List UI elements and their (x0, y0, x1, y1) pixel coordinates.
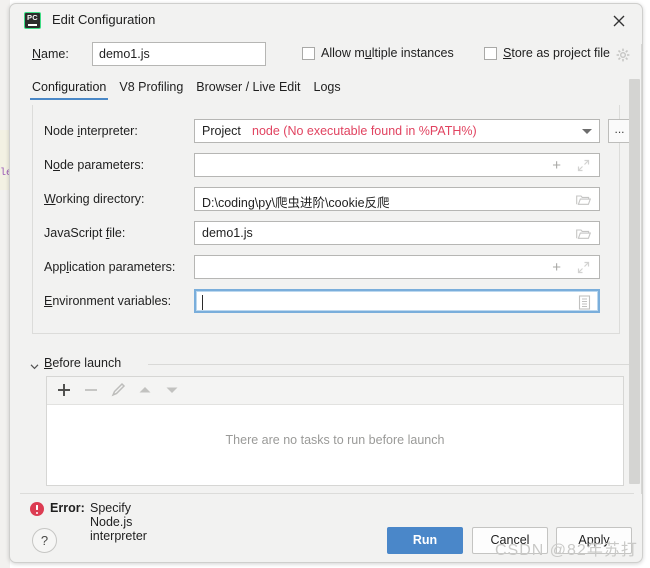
working-directory-input[interactable]: D:\coding\py\爬虫进阶\cookie反爬 (194, 187, 600, 211)
javascript-file-input[interactable]: demo1.js (194, 221, 600, 245)
error-icon (30, 502, 44, 516)
allow-multiple-instances-checkbox[interactable] (302, 47, 315, 60)
before-launch-empty-message: There are no tasks to run before launch (225, 433, 445, 447)
add-icon[interactable]: + (552, 260, 561, 275)
apply-button[interactable]: Apply (556, 527, 632, 554)
add-icon[interactable]: + (552, 158, 561, 173)
folder-icon[interactable] (576, 194, 592, 206)
node-interpreter-combobox[interactable]: Project node (No executable found in %PA… (194, 119, 600, 143)
tab-browser-live-edit[interactable]: Browser / Live Edit (196, 80, 300, 99)
edit-configuration-dialog: PC Edit Configuration Name: Allow multip… (9, 3, 643, 563)
error-prefix: Error: (50, 501, 85, 515)
before-launch-title: Before launch (44, 356, 122, 370)
expand-icon[interactable] (577, 159, 590, 172)
dialog-title: Edit Configuration (52, 12, 156, 27)
node-interpreter-prefix: Project (202, 124, 241, 138)
field-row-node-interpreter: Node interpreter: Project node (No execu… (33, 119, 631, 145)
configuration-fields-panel: Node interpreter: Project node (No execu… (32, 105, 631, 334)
name-input[interactable] (92, 42, 266, 66)
scroll-track-line (641, 44, 642, 494)
move-up-icon (132, 377, 158, 403)
application-parameters-label: Application parameters: (44, 260, 176, 274)
close-icon[interactable] (608, 10, 630, 32)
vertical-scrollbar-thumb[interactable] (629, 79, 640, 484)
before-launch-header[interactable]: Before launch (30, 356, 632, 372)
working-directory-value: D:\coding\py\爬虫进阶\cookie反爬 (202, 196, 390, 210)
folder-icon[interactable] (576, 228, 592, 240)
environment-variables-label: Environment variables: (44, 294, 172, 308)
application-parameters-input[interactable]: + (194, 255, 600, 279)
node-parameters-label: Node parameters: (44, 158, 145, 172)
name-label: Name: (32, 47, 69, 61)
help-button[interactable]: ? (32, 528, 57, 553)
tab-bar: Configuration V8 Profiling Browser / Live … (29, 80, 354, 104)
before-launch-task-list: There are no tasks to run before launch (46, 376, 624, 486)
environment-variables-input[interactable] (194, 289, 600, 313)
tab-v8-profiling[interactable]: V8 Profiling (119, 80, 183, 99)
working-directory-label: Working directory: (44, 192, 145, 206)
node-interpreter-browse-button[interactable]: ... (608, 119, 631, 143)
pycharm-icon: PC (24, 12, 41, 29)
gear-icon[interactable] (616, 48, 630, 62)
text-caret (202, 295, 203, 310)
remove-icon (78, 377, 104, 403)
cancel-button[interactable]: Cancel (472, 527, 548, 554)
javascript-file-label: JavaScript file: (44, 226, 126, 240)
backdrop-highlight-strip (0, 130, 9, 190)
node-interpreter-value: node (No executable found in %PATH%) (252, 124, 477, 138)
expand-icon[interactable] (577, 261, 590, 274)
footer-divider (20, 493, 634, 494)
add-icon[interactable] (51, 377, 77, 403)
store-as-project-file-label[interactable]: Store as project file (503, 46, 610, 60)
field-row-environment-variables: Environment variables: (33, 289, 621, 315)
tab-logs[interactable]: Logs (314, 80, 341, 99)
store-as-project-file-checkbox[interactable] (484, 47, 497, 60)
before-launch-toolbar (47, 377, 623, 405)
node-interpreter-label: Node interpreter: (44, 124, 138, 138)
dialog-titlebar: PC Edit Configuration (10, 4, 642, 37)
move-down-icon (159, 377, 185, 403)
field-row-application-parameters: Application parameters: + (33, 255, 621, 281)
node-parameters-input[interactable]: + (194, 153, 600, 177)
run-button[interactable]: Run (387, 527, 463, 554)
edit-pencil-icon (105, 377, 131, 403)
tab-configuration[interactable]: Configuration (29, 80, 109, 100)
chevron-down-icon[interactable] (582, 129, 592, 134)
section-divider (148, 364, 632, 365)
field-row-working-directory: Working directory: D:\coding\py\爬虫进阶\coo… (33, 187, 621, 213)
field-row-javascript-file: JavaScript file: demo1.js (33, 221, 621, 247)
name-row: Name: Allow multiple instances Store as … (10, 42, 642, 68)
allow-multiple-instances-label[interactable]: Allow multiple instances (321, 46, 454, 60)
error-message: Specify Node.js interpreter (90, 501, 147, 543)
field-row-node-parameters: Node parameters: + (33, 153, 621, 179)
chevron-down-icon[interactable] (30, 360, 39, 370)
javascript-file-value: demo1.js (202, 226, 253, 240)
environment-variables-editor-icon[interactable] (578, 295, 591, 310)
